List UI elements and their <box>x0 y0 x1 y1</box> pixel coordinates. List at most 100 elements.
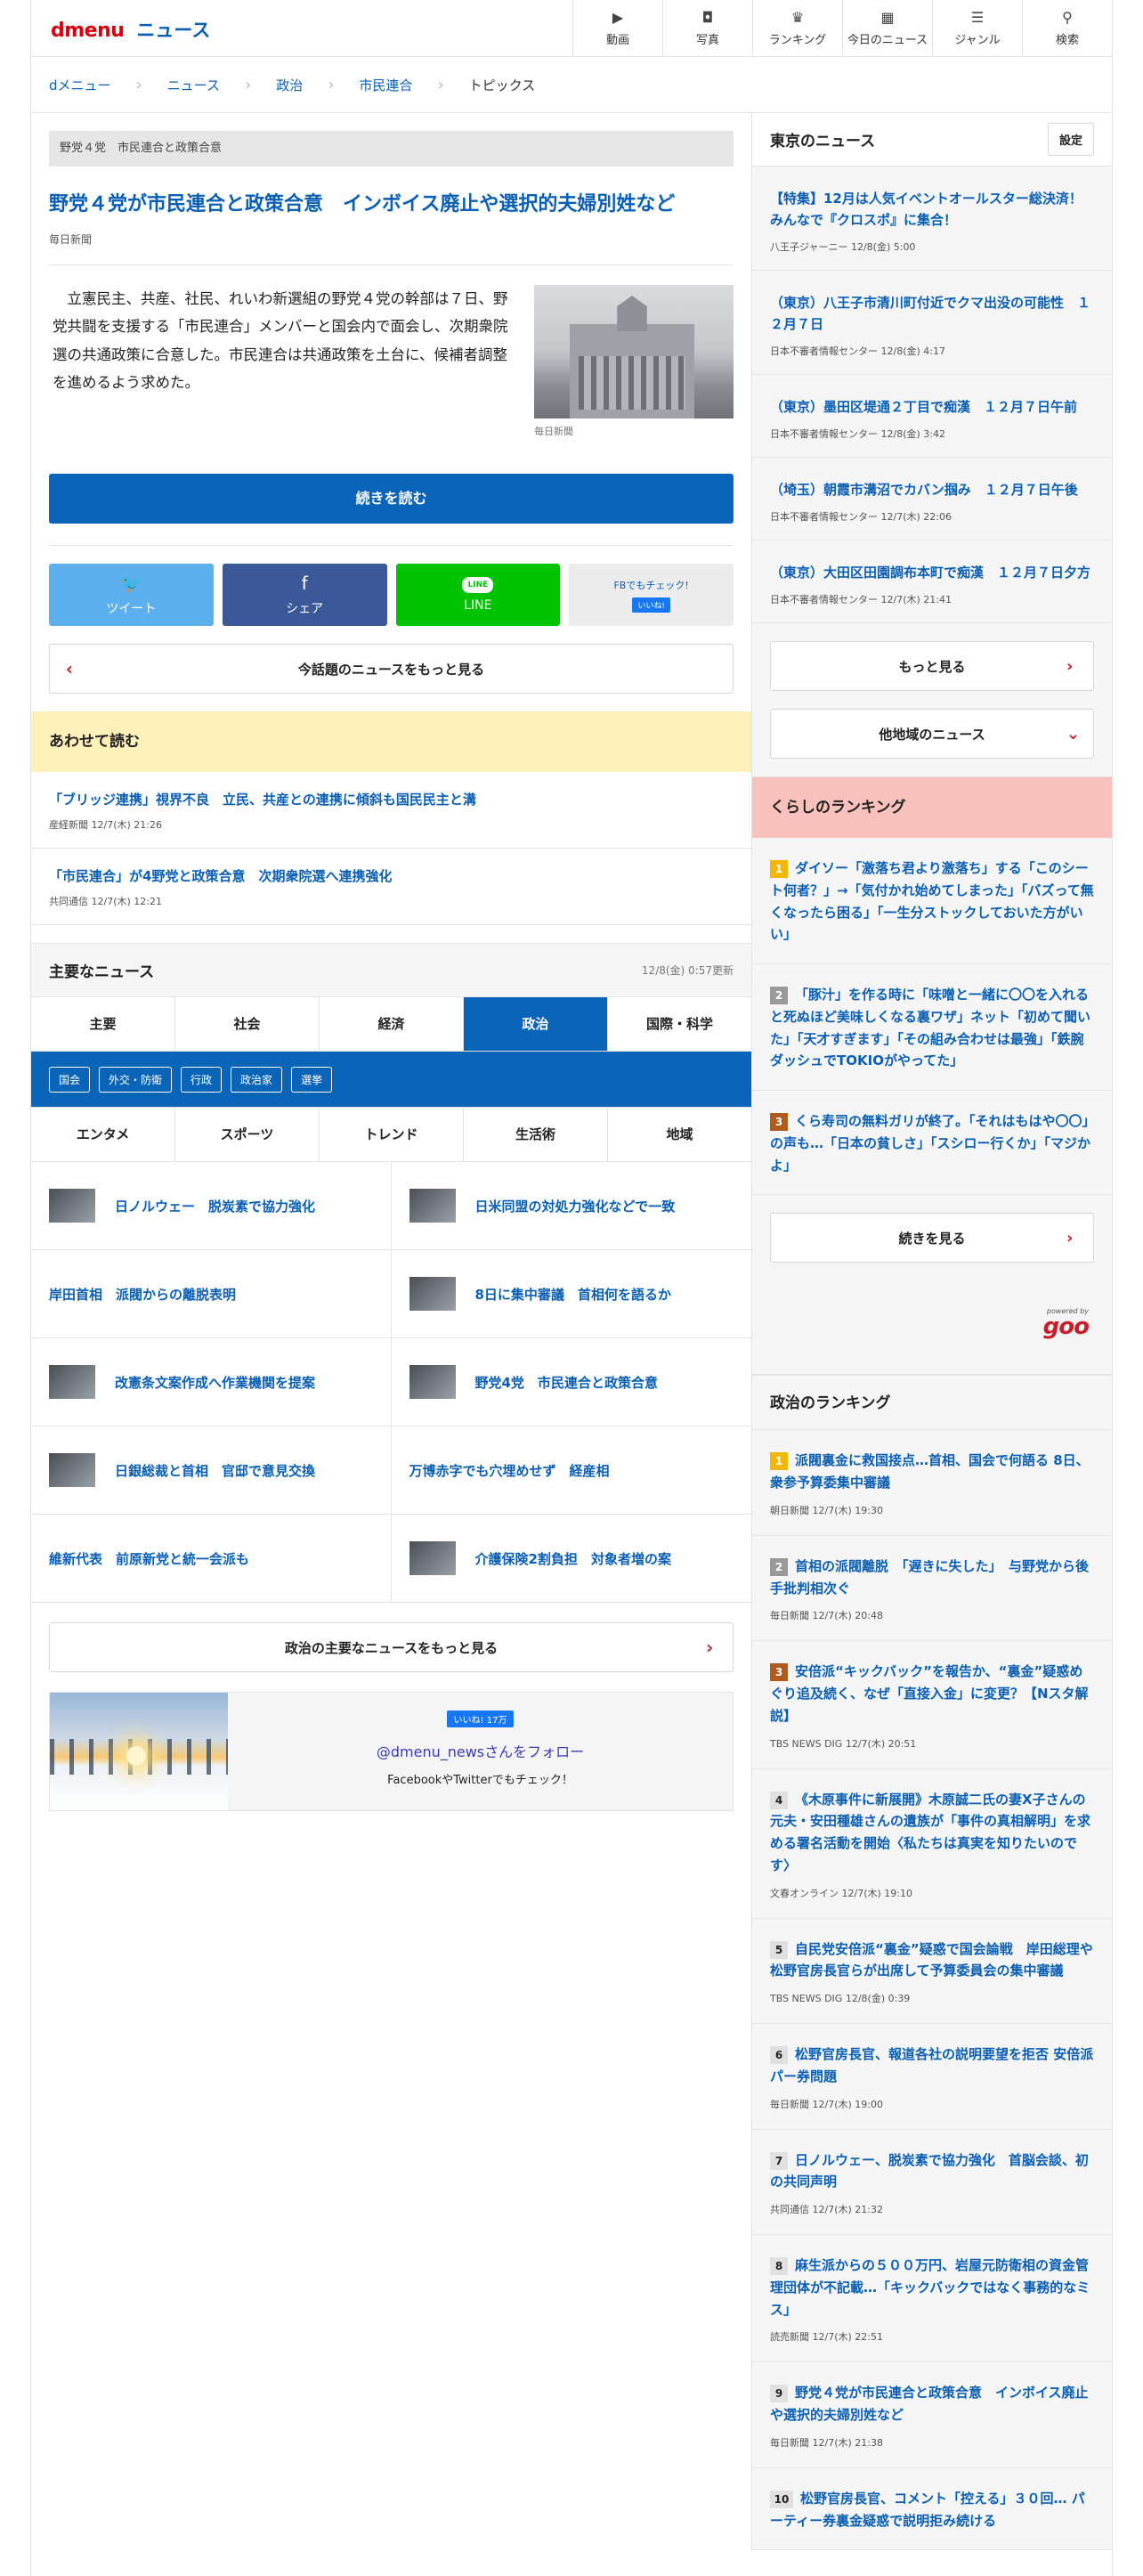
list-item[interactable]: （埼玉）朝霞市溝沼でカバン掴み １２月７日午後 日本不審者情報センター 12/7(… <box>752 458 1112 540</box>
logo-news: ニュース <box>136 20 211 41</box>
more-topic-button[interactable]: ‹ 今話題のニュースをもっと見る <box>49 644 734 694</box>
news-item[interactable]: 維新代表 前原新党と統一会派も <box>31 1515 392 1603</box>
tokyo-news-list: 【特集】12月は人気イベントオールスター総決済！みんなで『クロスポ』に集合！ 八王… <box>752 167 1112 623</box>
powered-by-label: powered by <box>1046 1307 1089 1316</box>
news-item[interactable]: 日ノルウェー 脱炭素で協力強化 <box>31 1162 392 1250</box>
subtab-diplomacy[interactable]: 外交・防衛 <box>99 1066 173 1093</box>
side-meta: 日本不審者情報センター 12/8(金) 4:17 <box>770 345 945 357</box>
rank-title: 野党４党が市民連合と政策合意 インボイス廃止や選択的夫婦別姓など <box>770 2385 1089 2423</box>
ranking-item[interactable]: 1 派閥裏金に救国接点…首相、国会で何語る 8日、衆参予算委集中審議 朝日新聞 12… <box>752 1430 1112 1536</box>
tab-entertainment[interactable]: エンタメ <box>31 1108 175 1161</box>
news-item[interactable]: 介護保険2割負担 対象者増の案 <box>391 1515 751 1603</box>
nav-today[interactable]: ▦ 今日のニュース <box>842 0 932 56</box>
nav-genre[interactable]: ☰ ジャンル <box>932 0 1022 56</box>
ranking-item[interactable]: 3 くら寿司の無料ガリが終了。「それはもはや〇〇」の声も…「日本の貧しさ」「スシロ… <box>752 1091 1112 1196</box>
related-item[interactable]: 「市民連合」が4野党と政策合意 次期衆院選へ連携強化 共同通信 12/7(木) … <box>31 849 751 925</box>
twitter-icon: 🐦 <box>119 573 142 594</box>
setting-button[interactable]: 設定 <box>1047 123 1094 156</box>
facebook-share-button[interactable]: f シェア <box>222 564 387 626</box>
goo-logo[interactable]: powered by goo <box>752 1280 1112 1376</box>
news-title: 万博赤字でも穴埋めせず 経産相 <box>409 1462 610 1479</box>
ranking-item[interactable]: 2 首相の派閥離脱 「遅きに失した」 与野党から後手批判相次ぐ 毎日新聞 12/7(… <box>752 1536 1112 1642</box>
nav-photo[interactable]: ◘ 写真 <box>662 0 752 56</box>
category-tabs-row1: 主要 社会 経済 政治 国際・科学 <box>31 996 751 1052</box>
more-politics-button[interactable]: 政治の主要なニュースをもっと見る › <box>49 1622 734 1672</box>
news-item[interactable]: 万博赤字でも穴埋めせず 経産相 <box>391 1426 751 1515</box>
main-column: 野党４党 市民連合と政策合意 野党４党が市民連合と政策合意 インボイス廃止や選択… <box>31 113 752 2551</box>
politics-subtabs: 国会 外交・防衛 行政 政治家 選挙 <box>31 1052 751 1107</box>
subtab-election[interactable]: 選挙 <box>291 1066 333 1093</box>
crumb-shimin[interactable]: 市民連合 <box>359 76 412 94</box>
global-nav: ▶ 動画 ◘ 写真 ♛ ランキング ▦ 今日のニュース ☰ ジャンル ⚲ 検索 <box>572 0 1112 56</box>
news-item[interactable]: 日米同盟の対処力強化などで一致 <box>391 1162 751 1250</box>
related-item[interactable]: 「ブリッジ連携」視界不良 立民、共産との連携に傾斜も国民民主と溝 産経新聞 12… <box>31 772 751 849</box>
ranking-item[interactable]: 3 安倍派“キックバック”を報告か、“裏金”疑惑めぐり追及続く、なぜ「直接入金」に… <box>752 1641 1112 1769</box>
news-item[interactable]: 日銀総裁と首相 官邸で意見交換 <box>31 1426 392 1515</box>
chevron-right-icon: › <box>437 75 444 94</box>
subtab-administration[interactable]: 行政 <box>181 1066 223 1093</box>
list-item[interactable]: （東京）大田区田園調布本町で痴漢 １２月７日夕方 日本不審者情報センター 12/7… <box>752 540 1112 623</box>
nav-search[interactable]: ⚲ 検索 <box>1022 0 1112 56</box>
tab-economy[interactable]: 経済 <box>320 997 464 1051</box>
read-more-button[interactable]: 続きを読む <box>49 474 734 524</box>
chevron-left-icon: ‹ <box>65 658 74 679</box>
news-title: 介護保険2割負担 対象者増の案 <box>474 1550 671 1567</box>
tab-lifestyle[interactable]: 生活術 <box>464 1108 608 1161</box>
ranking-item[interactable]: 8 麻生派からの５００万円、岩屋元防衛相の資金管理団体が不記載…「キックバックでは… <box>752 2235 1112 2363</box>
twitter-follow-link[interactable]: @dmenu_newsさんをフォロー <box>228 1740 733 1761</box>
news-title: 岸田首相 派閥からの離脱表明 <box>49 1286 237 1303</box>
kurashi-more-button[interactable]: 続きを見る › <box>770 1213 1094 1264</box>
crumb-news[interactable]: ニュース <box>167 76 220 94</box>
article-photo[interactable]: 毎日新聞 <box>534 285 734 438</box>
list-item[interactable]: 【特集】12月は人気イベントオールスター総決済！みんなで『クロスポ』に集合！ 八王… <box>752 167 1112 271</box>
news-item[interactable]: 8日に集中審議 首相何を語るか <box>391 1250 751 1338</box>
news-item[interactable]: 改憲条文案作成へ作業機関を提案 <box>31 1338 392 1426</box>
list-item[interactable]: （東京）墨田区堤通２丁目で痴漢 １２月７日午前 日本不審者情報センター 12/8(… <box>752 375 1112 458</box>
nav-label: ジャンル <box>954 34 1001 47</box>
ranking-item[interactable]: 1 ダイソー「激落ち君より激落ち」する「このシート何者？」→「気付かれ始めてしまっ… <box>752 838 1112 964</box>
news-item[interactable]: 野党4党 市民連合と政策合意 <box>391 1338 751 1426</box>
breadcrumb: dメニュー › ニュース › 政治 › 市民連合 › トピックス <box>31 57 1112 113</box>
logo[interactable]: dmenu ニュース <box>51 16 210 43</box>
news-title: 日銀総裁と首相 官邸で意見交換 <box>115 1462 316 1479</box>
rank-meta: 共同通信 12/7(木) 21:32 <box>770 2204 883 2215</box>
side-meta: 日本不審者情報センター 12/7(木) 21:41 <box>770 594 952 605</box>
other-region-button[interactable]: 他地域のニュース ⌄ <box>770 709 1094 759</box>
nav-ranking[interactable]: ♛ ランキング <box>752 0 842 56</box>
rank-badge: 9 <box>770 2385 788 2403</box>
politics-ranking-heading: 政治のランキング <box>752 1375 1112 1431</box>
tokyo-more-button[interactable]: もっと見る › <box>770 641 1094 691</box>
subtab-diet[interactable]: 国会 <box>49 1066 91 1093</box>
ranking-item[interactable]: 7 日ノルウェー、脱炭素で協力強化 首脳会談、初の共同声明 共同通信 12/7(木)… <box>752 2130 1112 2235</box>
rank-title: 松野官房長官、報道各社の説明要望を拒否 安倍派パー券問題 <box>770 2046 1094 2084</box>
ranking-item[interactable]: 4 《木原事件に新展開》木原誠二氏の妻X子さんの元夫・安田種雄さんの遺族が「事件の… <box>752 1769 1112 1919</box>
tweet-button[interactable]: 🐦 ツイート <box>49 564 214 626</box>
crumb-dmenu[interactable]: dメニュー <box>49 76 111 94</box>
ranking-item[interactable]: 10 松野官房長官、コメント「控える」３０回… パーティー券裏金疑惑で説明拒み続け… <box>752 2468 1112 2551</box>
subtab-politicians[interactable]: 政治家 <box>231 1066 283 1093</box>
ranking-item[interactable]: 2 「豚汁」を作る時に「味噌と一緒に〇〇を入れると死ぬほど美味しくなる裏ワザ」ネッ… <box>752 964 1112 1091</box>
topic-label: 野党４党 市民連合と政策合意 <box>49 131 734 167</box>
nav-video[interactable]: ▶ 動画 <box>572 0 662 56</box>
tab-society[interactable]: 社会 <box>175 997 320 1051</box>
line-button[interactable]: LINE LINE <box>395 564 561 626</box>
ranking-item[interactable]: 9 野党４党が市民連合と政策合意 インボイス廃止や選択的夫婦別姓など 毎日新聞 12… <box>752 2362 1112 2468</box>
ranking-item[interactable]: 5 自民党安倍派“裏金”疑惑で国会論戦 岸田総理や松野官房長官らが出席して予算委員… <box>752 1919 1112 2024</box>
main-news-header: 主要なニュース 12/8(金) 0:57更新 <box>31 943 751 996</box>
tab-politics[interactable]: 政治 <box>464 997 608 1051</box>
fb-like-button[interactable]: いいね! 17万 <box>446 1711 515 1727</box>
tab-international[interactable]: 国際・科学 <box>608 997 751 1051</box>
page: dmenu ニュース ▶ 動画 ◘ 写真 ♛ ランキング ▦ 今日のニュース ☰ ジャンル… <box>30 0 1113 2576</box>
rank-title: 麻生派からの５００万円、岩屋元防衛相の資金管理団体が不記載…「キックバックではな… <box>770 2257 1090 2318</box>
crumb-politics[interactable]: 政治 <box>276 76 303 94</box>
ranking-item[interactable]: 6 松野官房長官、報道各社の説明要望を拒否 安倍派パー券問題 毎日新聞 12/7(木… <box>752 2024 1112 2130</box>
news-item[interactable]: 岸田首相 派閥からの離脱表明 <box>31 1250 392 1338</box>
list-item[interactable]: （東京）八王子市清川町付近でクマ出没の可能性 １２月７日 日本不審者情報センター … <box>752 271 1112 375</box>
tab-sports[interactable]: スポーツ <box>175 1108 320 1161</box>
fb-like-button[interactable]: いいね! <box>632 597 670 613</box>
video-icon: ▶ <box>612 9 624 26</box>
kurashi-ranking-heading: くらしのランキング <box>752 777 1112 838</box>
tab-region[interactable]: 地域 <box>608 1108 751 1161</box>
tab-trend[interactable]: トレンド <box>320 1108 464 1161</box>
tab-main[interactable]: 主要 <box>31 997 175 1051</box>
